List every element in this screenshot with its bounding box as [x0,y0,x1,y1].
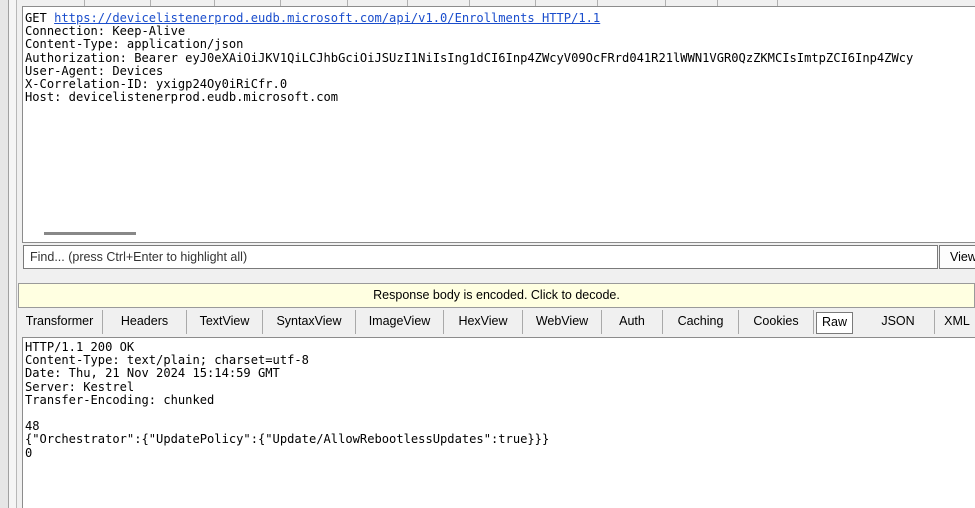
tab-webview[interactable]: WebView [523,310,602,334]
pane-splitter[interactable] [17,272,975,282]
tab-json[interactable]: JSON [862,310,935,334]
response-text[interactable]: HTTP/1.1 200 OK Content-Type: text/plain… [25,340,550,460]
request-method: GET [25,11,47,25]
request-header-line: Connection: Keep-Alive [25,24,186,39]
response-line: Server: Kestrel [25,379,135,394]
tab-raw[interactable]: Raw [816,312,853,334]
response-raw-pane[interactable]: HTTP/1.1 200 OK Content-Type: text/plain… [22,337,975,508]
window-left-border [0,0,9,508]
tab-auth[interactable]: Auth [602,310,663,334]
tab-caching[interactable]: Caching [663,310,739,334]
tab-imageview[interactable]: ImageView [356,310,444,334]
request-header-line: User-Agent: Devices [25,63,164,78]
horizontal-scrollbar-thumb[interactable] [44,232,136,235]
request-header-line: X-Correlation-ID: yxigp24Oy0iRiCfr.0 [25,77,288,92]
request-raw-pane[interactable]: GET https://devicelistenerprod.eudb.micr… [22,6,975,243]
tab-cookies[interactable]: Cookies [739,310,814,334]
pane-left-border [9,0,17,508]
response-line: 0 [25,445,33,460]
response-line: Content-Type: text/plain; charset=utf-8 [25,353,309,368]
find-input[interactable]: Find... (press Ctrl+Enter to highlight a… [23,245,938,269]
response-line: HTTP/1.1 200 OK [25,340,135,354]
response-line: 48 [25,419,40,434]
response-line: Date: Thu, 21 Nov 2024 15:14:59 GMT [25,366,280,381]
tab-transformer[interactable]: Transformer [17,310,103,334]
request-header-line: Host: devicelistenerprod.eudb.microsoft.… [25,90,339,105]
request-url-link[interactable]: https://devicelistenerprod.eudb.microsof… [54,11,600,25]
request-text[interactable]: GET https://devicelistenerprod.eudb.micr… [25,11,914,105]
request-header-line: Authorization: Bearer eyJ0eXAiOiJKV1QiLC… [25,50,914,65]
tab-hexview[interactable]: HexView [444,310,523,334]
tab-headers[interactable]: Headers [103,310,187,334]
tab-syntaxview[interactable]: SyntaxView [263,310,356,334]
decode-notice-bar[interactable]: Response body is encoded. Click to decod… [18,283,975,308]
view-button[interactable]: View [939,245,975,269]
request-header-line: Content-Type: application/json [25,37,244,52]
tab-textview[interactable]: TextView [187,310,263,334]
response-line: Transfer-Encoding: chunked [25,392,215,407]
response-line: {"Orchestrator":{"UpdatePolicy":{"Update… [25,432,550,447]
response-inspector-tabs: Transformer Headers TextView SyntaxView … [17,310,975,335]
tab-xml[interactable]: XML [935,310,975,334]
